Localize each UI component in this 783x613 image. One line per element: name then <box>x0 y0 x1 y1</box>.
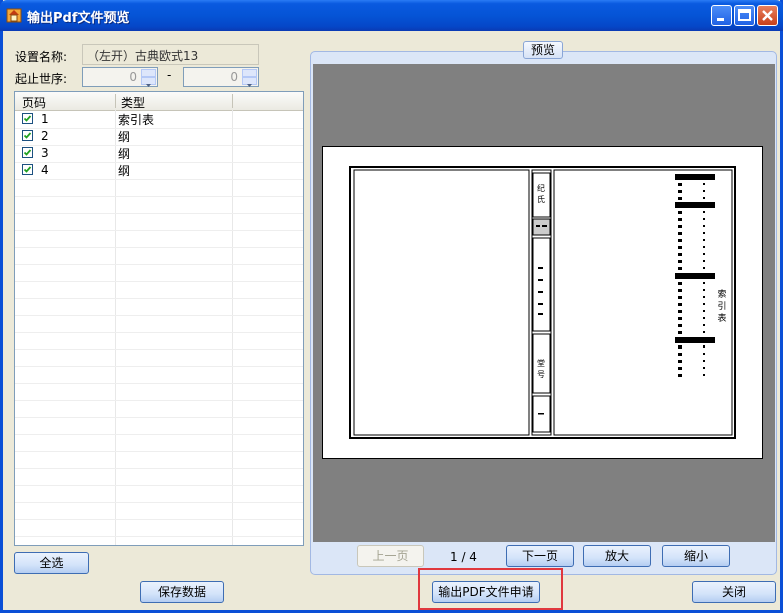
title-bar[interactable]: 输出Pdf文件预览 <box>0 0 783 31</box>
table-row[interactable] <box>15 332 303 350</box>
prev-page-button[interactable]: 上一页 <box>357 545 424 567</box>
table-row[interactable] <box>15 468 303 486</box>
settings-name-label: 设置名称: <box>15 50 68 64</box>
preview-legend: 预览 <box>523 41 563 59</box>
svg-text:号: 号 <box>537 370 545 379</box>
window-title: 输出Pdf文件预览 <box>27 11 130 26</box>
table-row[interactable] <box>15 315 303 333</box>
cell-page: 3 <box>41 146 49 160</box>
table-row[interactable] <box>15 281 303 299</box>
checkmark-icon <box>23 132 32 139</box>
app-icon <box>6 7 22 23</box>
stepper-down-icon[interactable] <box>141 77 156 87</box>
row-checkbox[interactable] <box>22 147 33 158</box>
maximize-button[interactable] <box>734 5 755 26</box>
table-row[interactable]: 1 索引表 <box>15 111 303 129</box>
cell-type: 索引表 <box>118 113 155 127</box>
column-divider[interactable] <box>115 94 116 108</box>
table-row[interactable] <box>15 298 303 316</box>
table-row[interactable] <box>15 502 303 520</box>
table-row[interactable] <box>15 349 303 367</box>
settings-name-field: （左开）古典欧式13 <box>82 44 259 65</box>
preview-page: 纪 氏 堂 号 索 引 表 <box>322 146 763 459</box>
row-checkbox[interactable] <box>22 113 33 124</box>
select-all-button[interactable]: 全选 <box>14 552 89 574</box>
table-row[interactable] <box>15 485 303 503</box>
checkmark-icon <box>23 115 32 122</box>
range-dash: - <box>167 68 172 82</box>
cell-type: 纲 <box>118 147 131 161</box>
table-row[interactable] <box>15 519 303 537</box>
next-page-button[interactable]: 下一页 <box>506 545 574 567</box>
page-year-label: 纪 <box>537 183 545 193</box>
table-row[interactable] <box>15 451 303 469</box>
table-row[interactable] <box>15 247 303 265</box>
range-from-stepper[interactable]: 0 <box>82 67 158 87</box>
column-header-page[interactable]: 页码 <box>22 94 46 111</box>
checkmark-icon <box>23 149 32 156</box>
close-button[interactable]: 关闭 <box>692 581 776 603</box>
table-row[interactable] <box>15 264 303 282</box>
minimize-button[interactable] <box>711 5 732 26</box>
table-row[interactable] <box>15 196 303 214</box>
zoom-in-button[interactable]: 放大 <box>583 545 651 567</box>
table-row[interactable] <box>15 230 303 248</box>
range-from-value: 0 <box>129 70 137 84</box>
page-list-grid[interactable]: 页码 类型 1 索引表 2 纲 3 纲 4 纲 <box>14 91 304 546</box>
row-checkbox[interactable] <box>22 164 33 175</box>
genealogy-page-drawing: 纪 氏 堂 号 索 引 表 <box>349 166 736 439</box>
table-row[interactable]: 3纲 <box>15 145 303 163</box>
window-content: 设置名称: （左开）古典欧式13 起止世序: 0 - 0 页码 类型 1 索引表… <box>3 31 780 610</box>
table-row[interactable]: 4纲 <box>15 162 303 180</box>
checkmark-icon <box>23 166 32 173</box>
cell-type: 纲 <box>118 130 131 144</box>
cell-page: 2 <box>41 129 49 143</box>
cell-page: 1 <box>41 112 49 126</box>
close-window-button[interactable] <box>757 5 778 26</box>
page-volume-label: 堂 <box>537 358 545 368</box>
range-to-value: 0 <box>230 70 238 84</box>
stepper-up-icon[interactable] <box>242 69 257 80</box>
svg-text:表: 表 <box>717 312 726 324</box>
grid-header: 页码 类型 <box>15 92 303 111</box>
svg-text:氏: 氏 <box>537 195 545 204</box>
page-title-label: 索 <box>717 288 726 300</box>
page-indicator: 1 / 4 <box>450 550 477 564</box>
save-data-button[interactable]: 保存数据 <box>140 581 224 603</box>
export-highlight-box <box>418 568 563 610</box>
table-row[interactable] <box>15 400 303 418</box>
table-row[interactable] <box>15 417 303 435</box>
stepper-up-icon[interactable] <box>141 69 156 80</box>
table-row[interactable] <box>15 366 303 384</box>
table-row[interactable]: 2纲 <box>15 128 303 146</box>
stepper-down-icon[interactable] <box>242 77 257 87</box>
cell-type: 纲 <box>118 164 131 178</box>
table-row[interactable] <box>15 434 303 452</box>
cell-page: 4 <box>41 163 49 177</box>
row-checkbox[interactable] <box>22 130 33 141</box>
range-label: 起止世序: <box>15 72 68 86</box>
table-row[interactable] <box>15 383 303 401</box>
svg-text:引: 引 <box>717 301 726 312</box>
column-header-type[interactable]: 类型 <box>121 94 145 111</box>
table-row[interactable] <box>15 179 303 197</box>
range-to-stepper[interactable]: 0 <box>183 67 259 87</box>
export-pdf-preview-window: 输出Pdf文件预览 设置名称: （左开）古典欧式13 起止世序: 0 - 0 页… <box>0 0 783 613</box>
column-divider[interactable] <box>232 94 233 108</box>
zoom-out-button[interactable]: 缩小 <box>662 545 730 567</box>
table-row[interactable] <box>15 213 303 231</box>
